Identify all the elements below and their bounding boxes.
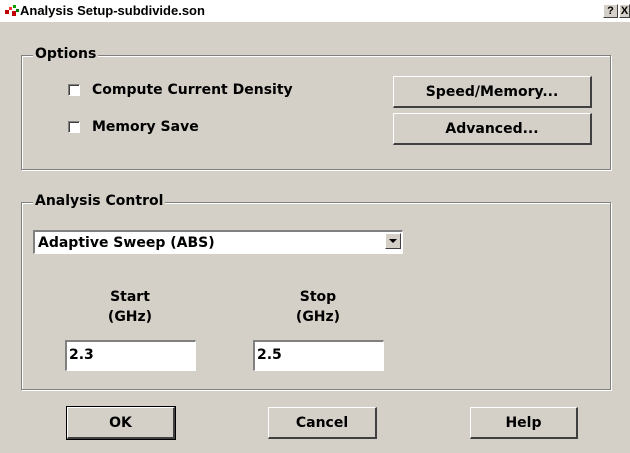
chevron-down-icon[interactable] bbox=[385, 233, 401, 249]
app-icon bbox=[4, 4, 20, 18]
help-button[interactable]: Help bbox=[470, 407, 578, 439]
stop-unit-text: (GHz) bbox=[295, 309, 341, 325]
title-bar[interactable]: Analysis Setup-subdivide.son ? X bbox=[0, 0, 630, 22]
memory-save-option[interactable]: Memory Save bbox=[68, 119, 199, 135]
start-frequency-input[interactable]: 2.3 bbox=[65, 340, 196, 371]
analysis-setup-dialog: Analysis Setup-subdivide.son ? X Options… bbox=[0, 0, 630, 453]
sweep-type-select[interactable]: Adaptive Sweep (ABS) bbox=[33, 230, 403, 254]
window-title: Analysis Setup-subdivide.son bbox=[20, 3, 205, 18]
stop-frequency-input[interactable]: 2.5 bbox=[253, 340, 384, 371]
compute-current-density-checkbox[interactable] bbox=[68, 84, 80, 96]
help-titlebar-button[interactable]: ? bbox=[603, 4, 618, 18]
sweep-type-value: Adaptive Sweep (ABS) bbox=[38, 235, 215, 251]
start-label-text: Start bbox=[110, 289, 150, 305]
close-button[interactable]: X bbox=[619, 4, 630, 18]
ok-button[interactable]: OK bbox=[66, 406, 176, 440]
start-unit-text: (GHz) bbox=[107, 309, 153, 325]
speed-memory-button[interactable]: Speed/Memory... bbox=[393, 76, 592, 108]
start-label: Start (GHz) bbox=[80, 287, 180, 327]
compute-current-density-option[interactable]: Compute Current Density bbox=[68, 82, 293, 98]
compute-current-density-label: Compute Current Density bbox=[92, 82, 293, 98]
stop-label: Stop (GHz) bbox=[268, 287, 368, 327]
analysis-control-group-label: Analysis Control bbox=[33, 193, 166, 209]
advanced-button[interactable]: Advanced... bbox=[393, 113, 592, 145]
options-group-label: Options bbox=[33, 46, 99, 62]
cancel-button[interactable]: Cancel bbox=[268, 407, 377, 439]
stop-label-text: Stop bbox=[299, 289, 337, 305]
memory-save-label: Memory Save bbox=[92, 119, 199, 135]
memory-save-checkbox[interactable] bbox=[68, 121, 80, 133]
